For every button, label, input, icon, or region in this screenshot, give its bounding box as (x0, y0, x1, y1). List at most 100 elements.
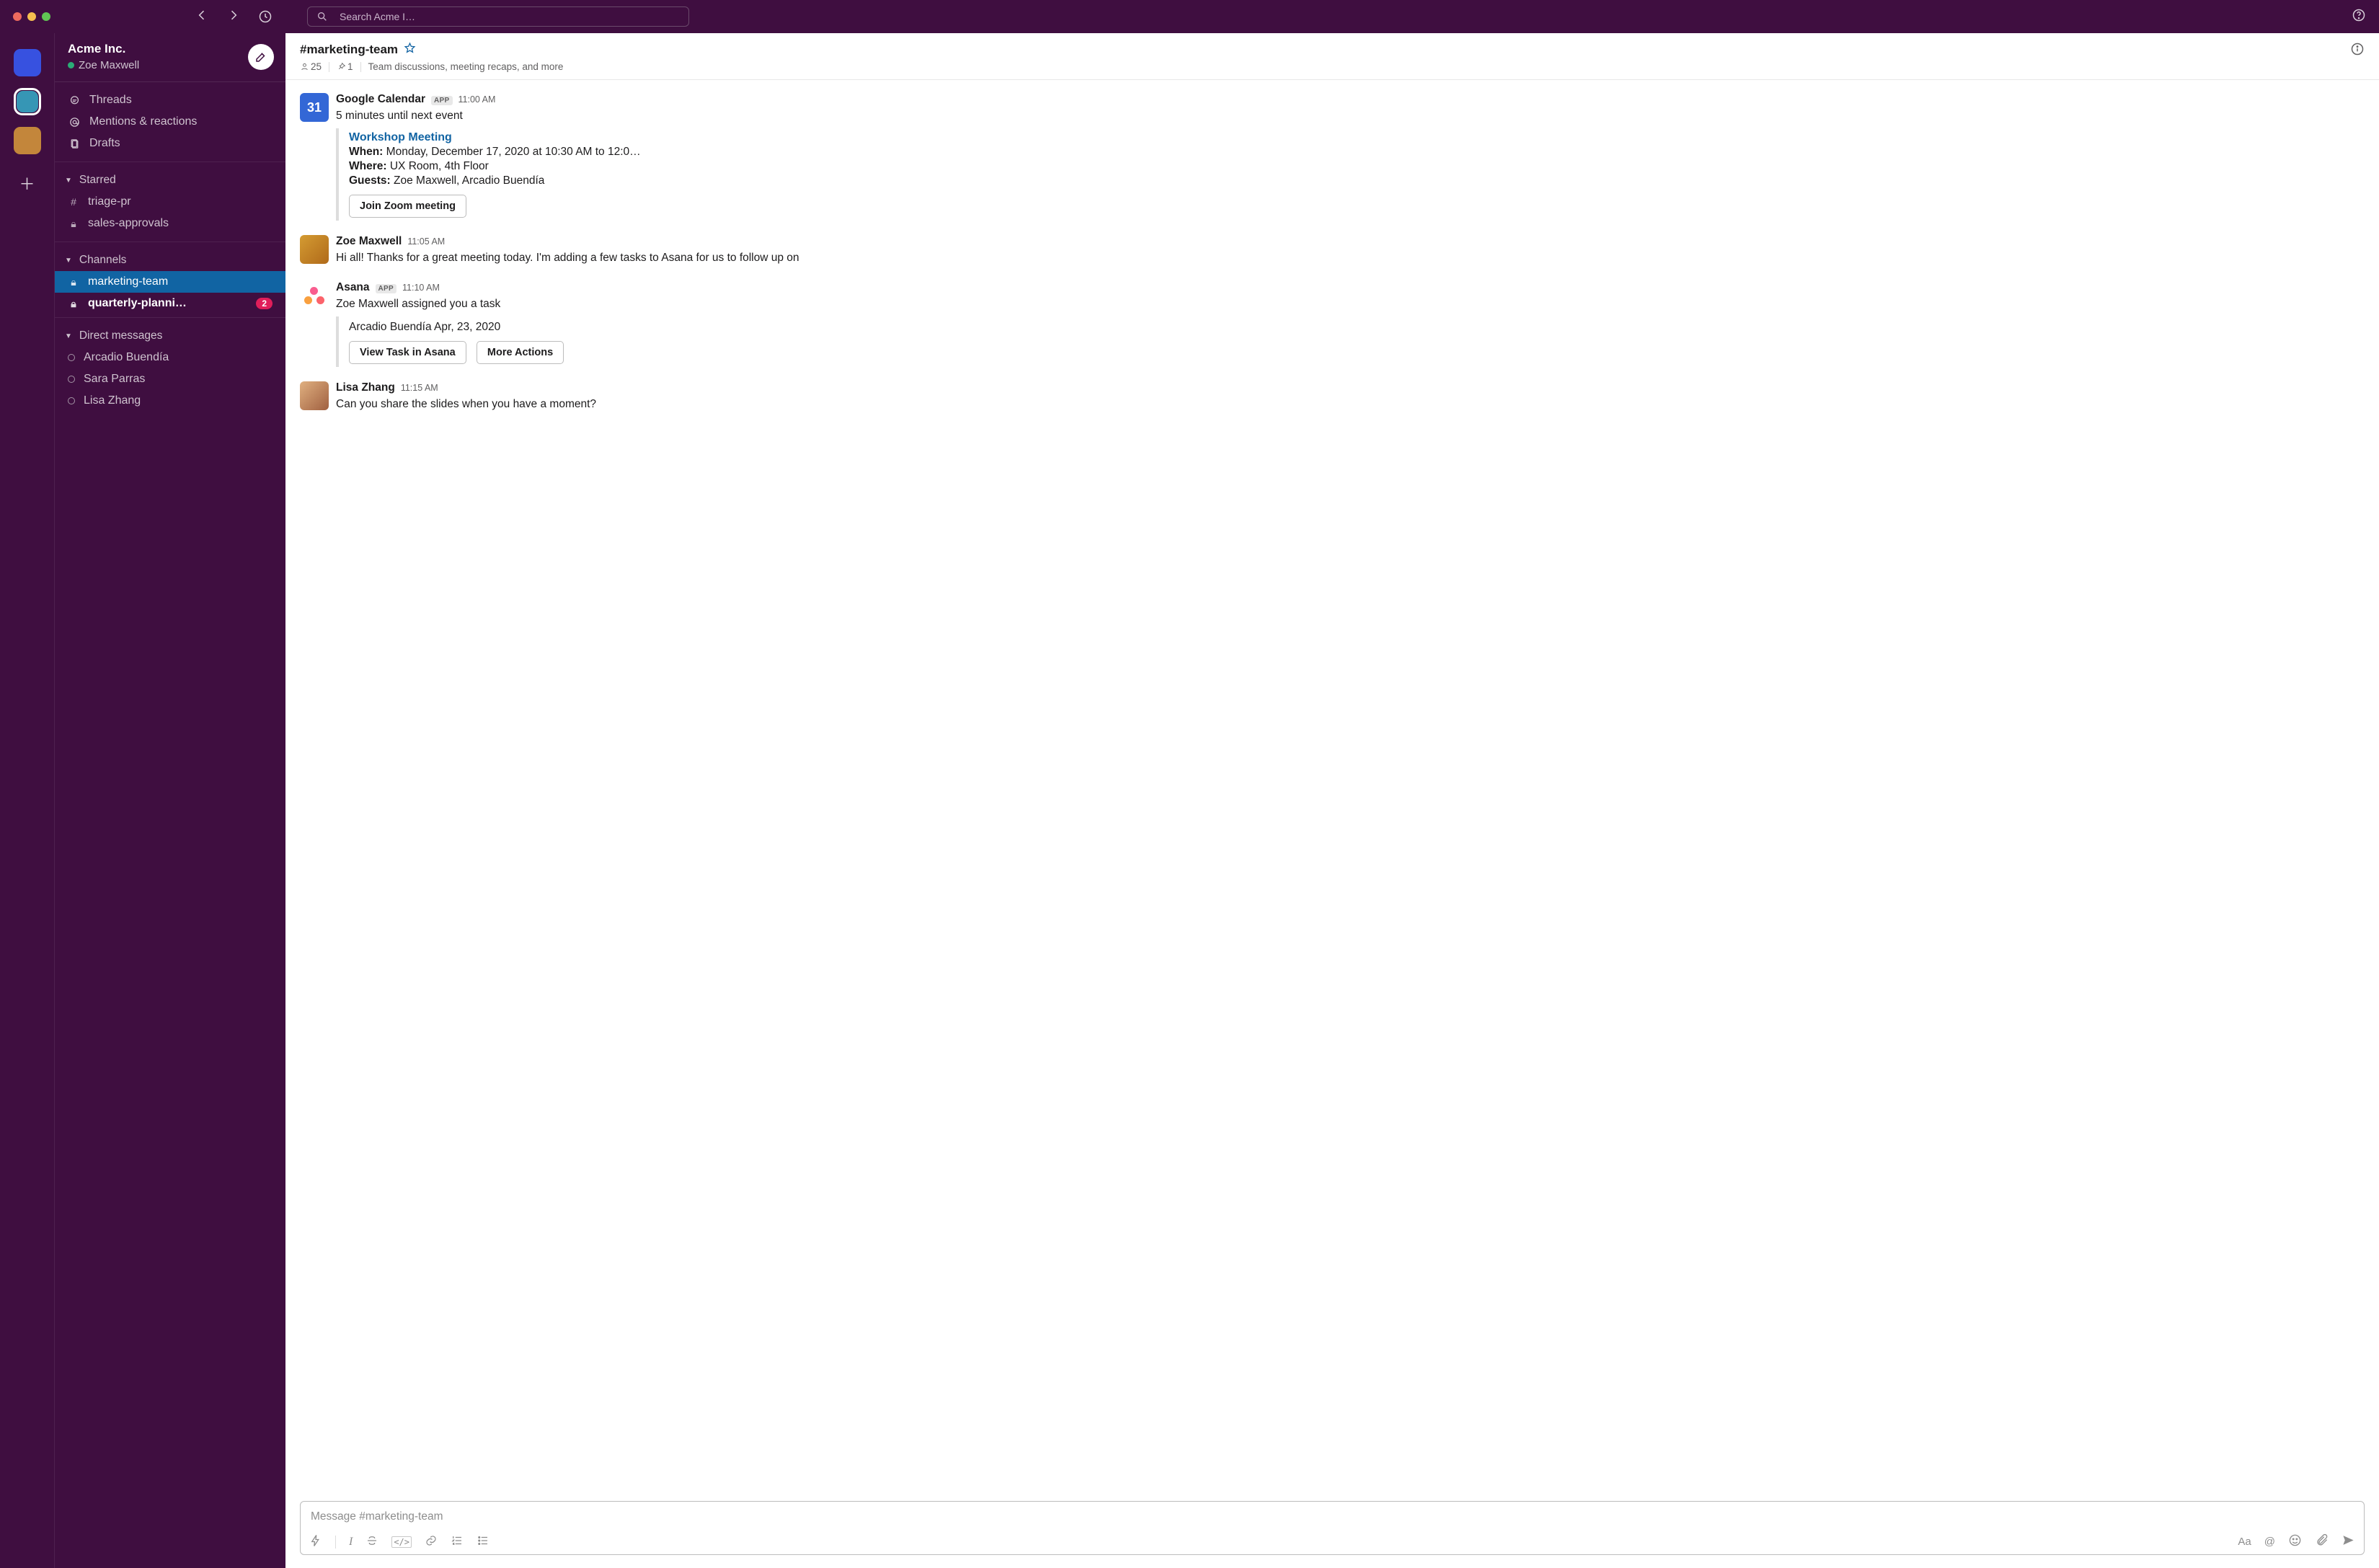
section-label: Starred (79, 174, 116, 187)
dm-label: Lisa Zhang (84, 394, 141, 407)
workspace-switcher-item[interactable] (14, 127, 41, 154)
sidebar-drafts[interactable]: Drafts (55, 133, 285, 154)
message-sender[interactable]: Lisa Zhang (336, 381, 395, 394)
channel-topic[interactable]: Team discussions, meeting recaps, and mo… (368, 61, 564, 72)
channel-triage-pr[interactable]: # triage-pr (55, 191, 285, 213)
user-avatar[interactable] (300, 235, 329, 264)
help-button[interactable] (2352, 8, 2366, 25)
formatting-button[interactable]: Aa (2238, 1536, 2251, 1548)
presence-away-icon (68, 397, 75, 404)
pin-count[interactable]: 1 (337, 61, 353, 72)
star-channel-button[interactable] (404, 42, 416, 57)
section-label: Direct messages (79, 329, 162, 342)
bullet-list-button[interactable] (477, 1534, 489, 1550)
link-button[interactable] (425, 1534, 438, 1550)
ordered-list-icon (451, 1534, 464, 1547)
channel-header: #marketing-team 25 1 Team discussions, m… (285, 33, 2379, 80)
sidebar-mentions[interactable]: Mentions & reactions (55, 111, 285, 133)
search-input[interactable]: Search Acme I… (307, 6, 689, 27)
message-timestamp: 11:10 AM (402, 283, 440, 293)
shortcuts-button[interactable] (309, 1534, 322, 1550)
message-text: Can you share the slides when you have a… (336, 396, 596, 412)
sidebar-section-dms[interactable]: ▼ Direct messages (55, 325, 285, 347)
send-button[interactable] (2342, 1533, 2355, 1550)
message-composer[interactable]: I </> Aa @ (300, 1501, 2365, 1555)
link-icon (425, 1534, 438, 1547)
channel-sales-approvals[interactable]: 🔒︎ sales-approvals (55, 213, 285, 234)
forward-button[interactable] (226, 8, 241, 25)
composer-input[interactable] (309, 1509, 2355, 1531)
hash-icon: # (68, 196, 79, 208)
dm-lisa-zhang[interactable]: Lisa Zhang (55, 390, 285, 412)
threads-icon (68, 94, 81, 107)
composer-toolbar: I </> Aa @ (309, 1531, 2355, 1550)
member-count[interactable]: 25 (300, 61, 322, 72)
presence-indicator-icon (68, 62, 74, 68)
sidebar-section-starred[interactable]: ▼ Starred (55, 169, 285, 191)
presence-away-icon (68, 376, 75, 383)
message-attachment: Arcadio Buendía Apr, 23, 2020 View Task … (336, 316, 571, 367)
workspace-switcher-item[interactable] (14, 49, 41, 76)
message-list[interactable]: 31 Google Calendar APP 11:00 AM 5 minute… (285, 80, 2379, 1501)
sidebar-section-channels[interactable]: ▼ Channels (55, 249, 285, 271)
channel-marketing-team[interactable]: 🔒︎ marketing-team (55, 271, 285, 293)
history-button[interactable] (258, 9, 273, 24)
workspace-name: Acme Inc. (68, 42, 139, 56)
lightning-icon (309, 1534, 322, 1547)
mention-button[interactable]: @ (2264, 1536, 2275, 1548)
emoji-icon (2288, 1533, 2302, 1547)
strikethrough-button[interactable] (366, 1534, 378, 1550)
channel-title[interactable]: #marketing-team (300, 43, 398, 57)
app-badge: APP (376, 284, 396, 293)
pin-icon (337, 62, 346, 71)
close-window-icon[interactable] (13, 12, 22, 21)
join-zoom-button[interactable]: Join Zoom meeting (349, 195, 466, 218)
workspace-switcher-item-active[interactable] (14, 88, 41, 115)
drafts-icon (68, 138, 81, 150)
message-sender[interactable]: Zoe Maxwell (336, 235, 402, 248)
person-icon (300, 62, 309, 71)
sidebar-drafts-label: Drafts (89, 137, 120, 150)
message-timestamp: 11:05 AM (407, 236, 445, 247)
dm-label: Sara Parras (84, 373, 145, 386)
maximize-window-icon[interactable] (42, 12, 50, 21)
caret-down-icon: ▼ (65, 257, 72, 265)
add-workspace-button[interactable]: ＋ (19, 172, 35, 195)
italic-button[interactable]: I (349, 1536, 353, 1549)
message-sender[interactable]: Asana (336, 281, 370, 294)
dm-arcadio-buendia[interactable]: Arcadio Buendía (55, 347, 285, 368)
dm-sara-parras[interactable]: Sara Parras (55, 368, 285, 390)
section-label: Channels (79, 254, 127, 267)
sidebar-threads-label: Threads (89, 94, 132, 107)
channel-details-button[interactable] (2350, 42, 2365, 59)
app-avatar-asana (300, 281, 329, 310)
minimize-window-icon[interactable] (27, 12, 36, 21)
code-button[interactable]: </> (391, 1536, 412, 1548)
sidebar-threads[interactable]: Threads (55, 89, 285, 111)
attach-button[interactable] (2315, 1533, 2329, 1550)
message-item: 31 Google Calendar APP 11:00 AM 5 minute… (294, 86, 2370, 228)
channel-label: marketing-team (88, 275, 168, 288)
attachment-line: Arcadio Buendía Apr, 23, 2020 (349, 321, 571, 334)
message-item: Lisa Zhang 11:15 AM Can you share the sl… (294, 374, 2370, 420)
strikethrough-icon (366, 1534, 378, 1547)
message-item: Asana APP 11:10 AM Zoe Maxwell assigned … (294, 274, 2370, 374)
compose-button[interactable] (248, 44, 274, 70)
channel-quarterly-planning[interactable]: 🔒︎ quarterly-planni… 2 (55, 293, 285, 314)
message-sender[interactable]: Google Calendar (336, 93, 425, 106)
channel-label: sales-approvals (88, 217, 169, 230)
message-timestamp: 11:15 AM (401, 383, 438, 393)
back-button[interactable] (195, 8, 209, 25)
message-text: Zoe Maxwell assigned you a task (336, 296, 571, 312)
emoji-button[interactable] (2288, 1533, 2302, 1550)
user-avatar[interactable] (300, 381, 329, 410)
lock-icon: 🔒︎ (68, 298, 79, 310)
more-actions-button[interactable]: More Actions (477, 341, 564, 364)
search-icon (316, 11, 328, 22)
view-task-button[interactable]: View Task in Asana (349, 341, 466, 364)
attachment-title[interactable]: Workshop Meeting (349, 131, 641, 144)
window-controls (13, 12, 50, 21)
ordered-list-button[interactable] (451, 1534, 464, 1550)
workspace-header[interactable]: Acme Inc. Zoe Maxwell (55, 33, 285, 82)
sidebar-mentions-label: Mentions & reactions (89, 115, 197, 128)
